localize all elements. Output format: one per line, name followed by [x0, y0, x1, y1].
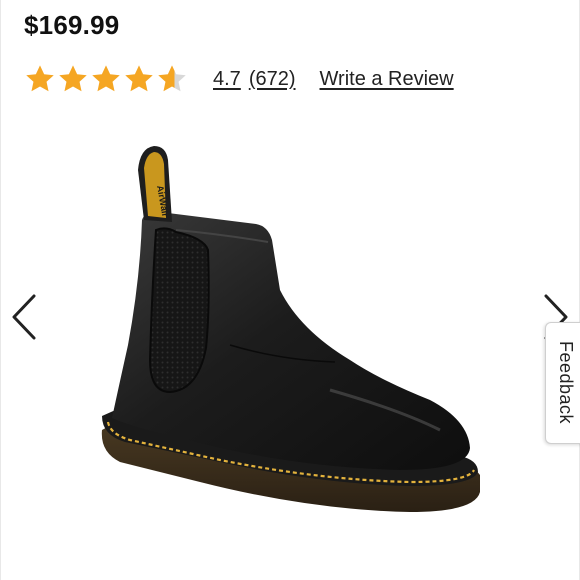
write-review-link[interactable]: Write a Review — [320, 68, 454, 91]
star-icon — [26, 65, 54, 92]
chevron-left-icon[interactable] — [8, 292, 40, 342]
feedback-tab[interactable]: Feedback — [545, 322, 580, 444]
star-icon — [125, 65, 153, 92]
star-icon — [158, 65, 186, 92]
page-border-left — [0, 0, 1, 580]
rating-value-link[interactable]: 4.7 — [213, 68, 241, 91]
rating-count-link[interactable]: (672) — [249, 68, 296, 91]
rating-row: 4.7 (672) Write a Review — [24, 60, 454, 98]
product-image[interactable]: AirWair — [80, 130, 500, 550]
star-icon — [92, 65, 120, 92]
star-icon — [59, 65, 87, 92]
feedback-label: Feedback — [556, 341, 576, 425]
product-price: $169.99 — [24, 10, 120, 40]
star-rating[interactable] — [24, 63, 189, 95]
